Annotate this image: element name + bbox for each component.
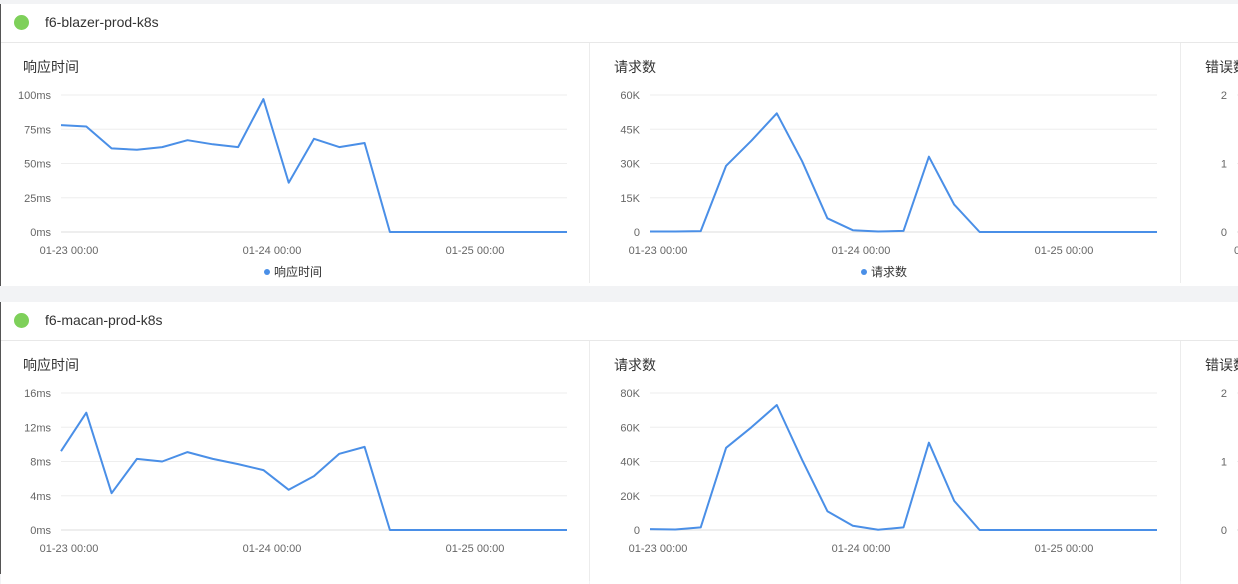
- series-line: [60, 98, 567, 233]
- status-dot-icon: [14, 15, 29, 30]
- y-tick-label: 0ms: [30, 525, 51, 537]
- chart-svg[interactable]: 2 1 0: [1181, 341, 1238, 584]
- y-tick-label: 4ms: [30, 491, 51, 503]
- panel-header[interactable]: f6-blazer-prod-k8s: [1, 4, 1238, 43]
- y-tick-label: 15K: [620, 193, 640, 205]
- panel-charts: 响应时间 16ms 12ms 8ms 4ms 0ms 01-23 00:00 01-24 0…: [1, 341, 1238, 584]
- y-tick-label: 25ms: [24, 193, 51, 205]
- y-tick-label: 0: [634, 525, 640, 537]
- x-tick-label: 01-24 00:00: [832, 245, 891, 257]
- y-tick-label: 2: [1221, 388, 1227, 400]
- x-tick-label: 01-23 00:00: [40, 543, 99, 555]
- chart-svg[interactable]: 60K 45K 30K 15K 0 01-23 00:00 01-24 00:00 01-25…: [590, 43, 1180, 286]
- service-panel: f6-blazer-prod-k8s 响应时间 100ms 75ms 50ms 25m…: [0, 4, 1238, 286]
- y-tick-label: 0: [1221, 227, 1227, 239]
- x-tick-label: 01-25 00:00: [446, 543, 505, 555]
- panel-charts: 响应时间 100ms 75ms 50ms 25ms 0ms 01-23 00:00 01-2…: [1, 43, 1238, 286]
- x-tick-label: 01-23 00:00: [629, 245, 688, 257]
- series-line: [649, 404, 1157, 531]
- x-tick-label: 01-25 00:00: [1035, 245, 1094, 257]
- x-tick-label: 01-24 00:00: [243, 543, 302, 555]
- series-line: [60, 411, 567, 531]
- y-tick-label: 0: [634, 227, 640, 239]
- y-tick-label: 30K: [620, 159, 640, 171]
- legend-dot-icon: [264, 268, 270, 275]
- status-dot-icon: [14, 313, 29, 328]
- legend-dot-icon: [861, 268, 867, 275]
- y-tick-label: 8ms: [30, 457, 51, 469]
- legend-label: 响应时间: [274, 265, 323, 279]
- chart-card-response-time: 响应时间 100ms 75ms 50ms 25ms 0ms 01-23 00:00 01-2…: [1, 43, 589, 286]
- y-tick-label: 40K: [620, 457, 640, 469]
- x-tick-label: 01-25 00:00: [446, 245, 505, 257]
- chart-legend[interactable]: 响应时间: [264, 263, 322, 280]
- chart-card-requests: 请求数 80K 60K 40K 20K 0 01-23 00:00 01-24 00:00 0…: [590, 341, 1180, 584]
- y-tick-label: 12ms: [24, 422, 51, 434]
- y-tick-label: 60K: [620, 90, 640, 102]
- x-tick-label: 01-2: [1234, 245, 1238, 257]
- chart-card-response-time: 响应时间 16ms 12ms 8ms 4ms 0ms 01-23 00:00 01-24 0…: [1, 341, 589, 584]
- panel-title: f6-blazer-prod-k8s: [45, 14, 159, 30]
- x-tick-label: 01-23 00:00: [629, 543, 688, 555]
- chart-card-errors: 错误数 210: [1181, 341, 1238, 584]
- y-tick-label: 60K: [620, 422, 640, 434]
- series-line: [650, 112, 1157, 233]
- legend-label: 请求数: [871, 265, 908, 279]
- y-tick-label: 0ms: [30, 227, 51, 239]
- chart-svg[interactable]: 2 1 0 01-2: [1181, 43, 1238, 286]
- y-tick-label: 75ms: [24, 124, 51, 136]
- x-tick-label: 01-24 00:00: [243, 245, 302, 257]
- y-tick-label: 50ms: [24, 159, 51, 171]
- y-tick-label: 1: [1221, 159, 1227, 171]
- y-tick-label: 1: [1221, 457, 1227, 469]
- x-tick-label: 01-24 00:00: [832, 543, 891, 555]
- y-tick-label: 80K: [620, 388, 640, 400]
- chart-legend[interactable]: 请求数: [861, 263, 907, 280]
- chart-card-errors: 错误数 21001-2: [1181, 43, 1238, 286]
- chart-svg[interactable]: 16ms 12ms 8ms 4ms 0ms 01-23 00:00 01-24 00:00 0…: [1, 341, 589, 584]
- panel-title: f6-macan-prod-k8s: [45, 312, 163, 328]
- chart-svg[interactable]: 80K 60K 40K 20K 0 01-23 00:00 01-24 00:00 01-25…: [590, 341, 1180, 584]
- chart-svg[interactable]: 100ms 75ms 50ms 25ms 0ms 01-23 00:00 01-24 00:…: [1, 43, 589, 286]
- chart-card-requests: 请求数 60K 45K 30K 15K 0 01-23 00:00 01-24 00:00 0…: [590, 43, 1180, 286]
- y-tick-label: 2: [1221, 90, 1227, 102]
- y-tick-label: 100ms: [18, 90, 52, 102]
- service-panel: f6-macan-prod-k8s 响应时间 16ms 12ms 8ms 4ms 0ms…: [0, 302, 1238, 584]
- x-tick-label: 01-25 00:00: [1035, 543, 1094, 555]
- x-tick-label: 01-23 00:00: [40, 245, 99, 257]
- y-tick-label: 16ms: [24, 388, 51, 400]
- y-tick-label: 45K: [620, 124, 640, 136]
- panel-header[interactable]: f6-macan-prod-k8s: [1, 302, 1238, 341]
- y-tick-label: 0: [1221, 525, 1227, 537]
- y-tick-label: 20K: [620, 491, 640, 503]
